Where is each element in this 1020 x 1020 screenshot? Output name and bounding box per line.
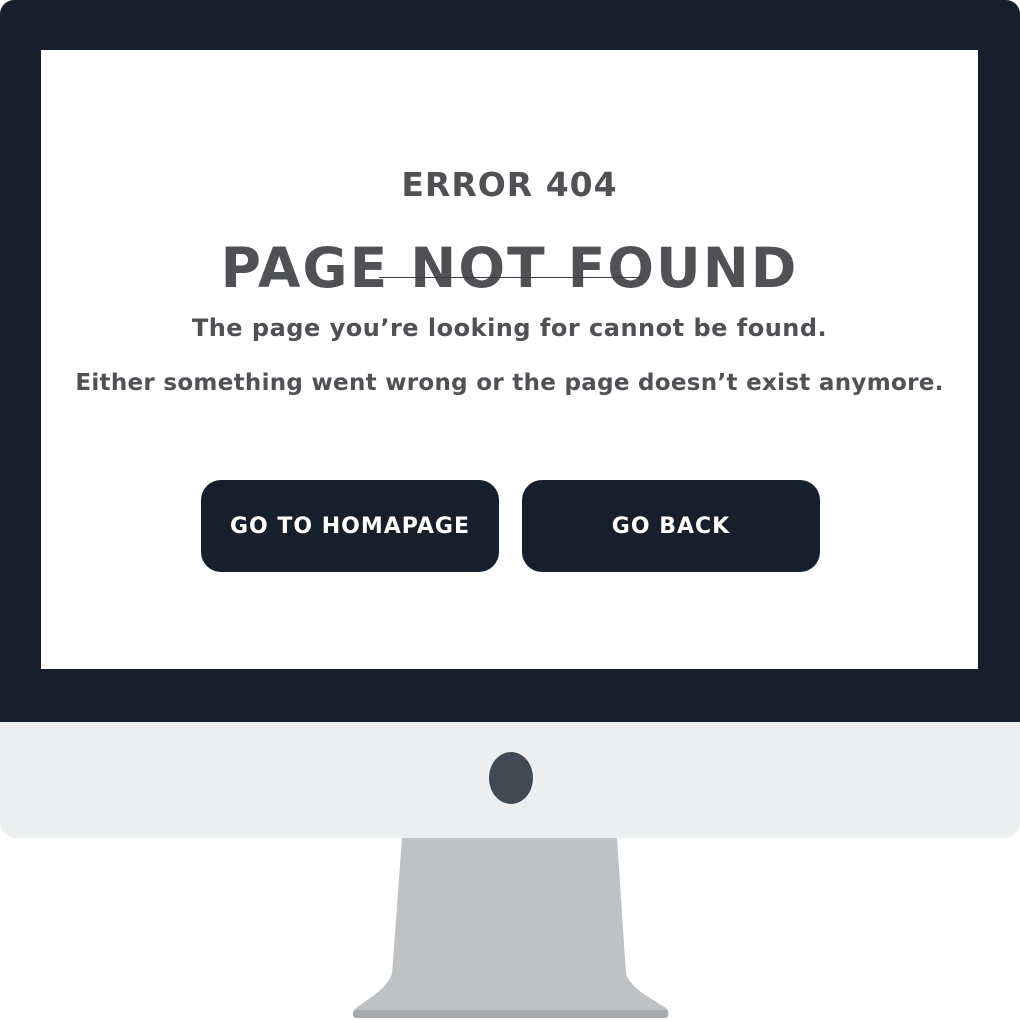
page-title: PAGE NOT FOUND: [220, 236, 799, 300]
error-message-secondary: Either something went wrong or the page …: [75, 370, 944, 396]
monitor-chin: [0, 722, 1020, 838]
monitor-stand: [353, 838, 669, 1018]
monitor-bezel: ERROR 404 PAGE NOT FOUND The page you’re…: [0, 0, 1020, 722]
monitor-screen: ERROR 404 PAGE NOT FOUND The page you’re…: [41, 50, 978, 669]
stand-base-edge: [353, 1010, 668, 1018]
go-back-button[interactable]: GO BACK: [522, 480, 820, 572]
error-message-primary: The page you’re looking for cannot be fo…: [191, 314, 828, 342]
go-to-homepage-button[interactable]: GO TO HOMAPAGE: [201, 480, 499, 572]
title-divider: [379, 277, 641, 278]
error-code: ERROR 404: [401, 165, 618, 204]
camera-icon: [489, 752, 533, 804]
stand-neck: [353, 838, 669, 1016]
